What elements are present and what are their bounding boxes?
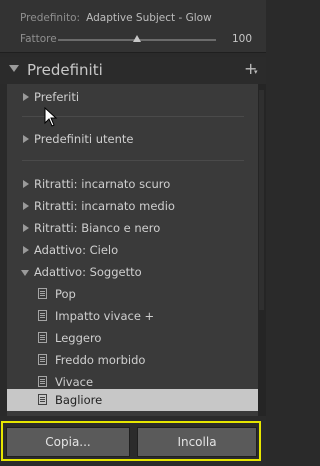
expand-triangle-icon[interactable] (23, 202, 29, 210)
amount-slider-thumb[interactable] (133, 35, 141, 42)
presets-panel-header[interactable]: Predefiniti + ▾ (0, 57, 266, 84)
expand-triangle-icon[interactable] (23, 135, 29, 143)
preset-item-glow-selected[interactable]: Bagliore (7, 389, 260, 411)
group-label: Ritratti: Bianco e nero (34, 221, 161, 235)
dropdown-caret-icon[interactable]: ▾ (254, 68, 258, 76)
preset-label: Leggero (55, 331, 102, 345)
preset-label: Pop (55, 287, 76, 301)
current-preset: Predefinito: Adaptive Subject - Glow (20, 12, 212, 24)
collapse-triangle-icon[interactable] (21, 270, 29, 276)
preset-document-icon (38, 332, 47, 343)
presets-list: Preferiti Predefiniti utente Ritratti: i… (7, 84, 260, 416)
preset-label: Predefinito: (20, 12, 81, 24)
group-label: Predefiniti utente (34, 132, 134, 146)
copy-button[interactable]: Copia... (6, 427, 130, 457)
expand-triangle-icon[interactable] (23, 246, 29, 254)
group-label: Ritratti: incarnato medio (34, 199, 175, 213)
preset-document-icon (38, 288, 47, 299)
group-user-presets[interactable]: Predefiniti utente (7, 128, 260, 150)
scrollbar-thumb[interactable] (259, 90, 264, 310)
group-label: Adattivo: Cielo (34, 243, 119, 257)
amount-label: Fattore (20, 33, 57, 45)
preset-value: Adaptive Subject - Glow (86, 12, 212, 24)
group-portrait-bw[interactable]: Ritratti: Bianco e nero (7, 217, 260, 239)
preset-document-icon (38, 376, 47, 387)
group-adaptive-subject[interactable]: Adattivo: Soggetto (7, 261, 260, 283)
preset-item-light[interactable]: Leggero (7, 327, 260, 349)
preset-item-pop[interactable]: Pop (7, 283, 260, 305)
preset-label: Bagliore (55, 393, 103, 407)
group-portrait-medium[interactable]: Ritratti: incarnato medio (7, 195, 260, 217)
mouse-pointer-icon (44, 107, 58, 127)
preset-document-icon (38, 394, 47, 405)
group-portrait-dark[interactable]: Ritratti: incarnato scuro (7, 173, 260, 195)
panel-title: Predefiniti (27, 61, 103, 79)
paste-button[interactable]: Incolla (137, 427, 257, 457)
expand-triangle-icon[interactable] (23, 93, 29, 101)
group-favorites[interactable]: Preferiti (7, 86, 260, 108)
preset-label: Freddo morbido (55, 353, 146, 367)
group-label: Ritratti: incarnato scuro (34, 177, 171, 191)
amount-value[interactable]: 100 (232, 33, 252, 45)
preset-document-icon (38, 310, 47, 321)
group-label: Preferiti (34, 90, 80, 104)
divider (22, 160, 244, 161)
group-label: Adattivo: Soggetto (34, 265, 142, 279)
expand-triangle-icon[interactable] (23, 180, 29, 188)
expand-triangle-icon[interactable] (23, 224, 29, 232)
collapse-triangle-icon[interactable] (9, 65, 19, 72)
preset-item-vivid-impact[interactable]: Impatto vivace + (7, 305, 260, 327)
preset-document-icon (38, 354, 47, 365)
preset-item-soft-cool[interactable]: Freddo morbido (7, 349, 260, 371)
preset-amount-strip (0, 0, 266, 53)
preset-label: Impatto vivace + (55, 309, 155, 323)
group-adaptive-sky[interactable]: Adattivo: Cielo (7, 239, 260, 261)
